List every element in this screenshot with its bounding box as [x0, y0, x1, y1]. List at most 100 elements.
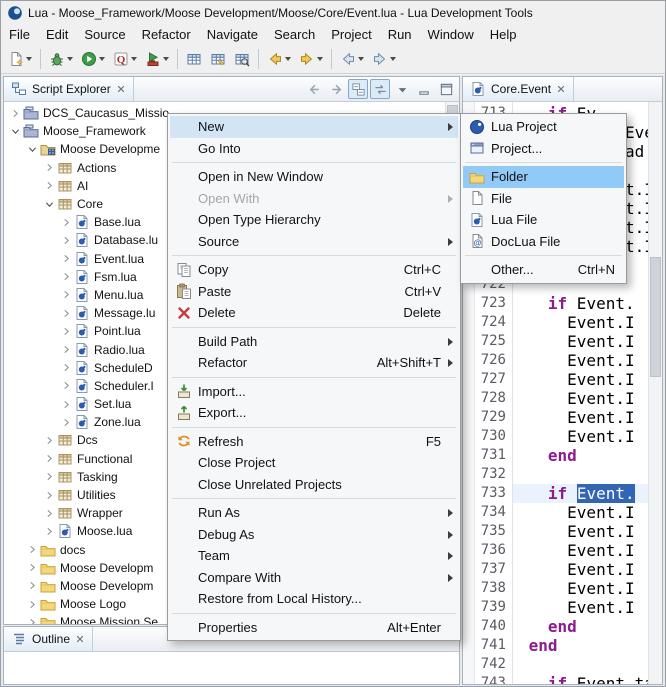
forward-button[interactable]: [368, 47, 400, 71]
tab-outline[interactable]: Outline: [4, 627, 93, 651]
expanded-twisty-icon[interactable]: [42, 197, 57, 212]
code-line[interactable]: Event.I: [513, 313, 662, 332]
code-line[interactable]: Event.I: [513, 408, 662, 427]
menu-item-paste[interactable]: PasteCtrl+V: [170, 281, 458, 303]
dropdown-arrow-icon[interactable]: [26, 57, 32, 61]
menu-item-new[interactable]: New: [170, 116, 458, 138]
menu-item-open-type-hierarchy[interactable]: Open Type Hierarchy: [170, 209, 458, 231]
menubar-item-file[interactable]: File: [1, 26, 38, 43]
collapsed-twisty-icon[interactable]: [42, 160, 57, 175]
next-edit-button[interactable]: [295, 47, 327, 71]
code-line[interactable]: end: [513, 636, 662, 655]
menu-item-open-with[interactable]: Open With: [170, 188, 458, 210]
collapsed-twisty-icon[interactable]: [59, 287, 74, 302]
run-button[interactable]: [77, 47, 109, 71]
code-line[interactable]: Event.I: [513, 522, 662, 541]
code-line[interactable]: Event.I: [513, 503, 662, 522]
collapsed-twisty-icon[interactable]: [42, 178, 57, 193]
dropdown-arrow-icon[interactable]: [67, 57, 73, 61]
collapsed-twisty-icon[interactable]: [59, 215, 74, 230]
collapse-all-button[interactable]: [348, 79, 368, 99]
collapsed-twisty-icon[interactable]: [59, 342, 74, 357]
menu-item-import[interactable]: Import...: [170, 381, 458, 403]
menu-item-compare-with[interactable]: Compare With: [170, 567, 458, 589]
collapsed-twisty-icon[interactable]: [42, 488, 57, 503]
collapsed-twisty-icon[interactable]: [59, 233, 74, 248]
collapsed-twisty-icon[interactable]: [25, 597, 40, 612]
menubar-item-window[interactable]: Window: [420, 26, 482, 43]
collapsed-twisty-icon[interactable]: [42, 524, 57, 539]
minimize-button[interactable]: [414, 79, 434, 99]
collapsed-twisty-icon[interactable]: [25, 578, 40, 593]
collapsed-twisty-icon[interactable]: [42, 433, 57, 448]
collapsed-twisty-icon[interactable]: [59, 378, 74, 393]
scrollbar-thumb[interactable]: [650, 257, 661, 377]
code-line[interactable]: if Event.: [513, 484, 662, 503]
collapsed-twisty-icon[interactable]: [59, 415, 74, 430]
menu-item-lua-file[interactable]: Lua File: [463, 209, 624, 231]
menu-item-go-into[interactable]: Go Into: [170, 138, 458, 160]
menu-item-refresh[interactable]: RefreshF5: [170, 431, 458, 453]
collapsed-twisty-icon[interactable]: [25, 560, 40, 575]
menu-item-debug-as[interactable]: Debug As: [170, 524, 458, 546]
menu-item-project[interactable]: Project...: [463, 138, 624, 160]
menubar-item-navigate[interactable]: Navigate: [199, 26, 266, 43]
collapsed-twisty-icon[interactable]: [59, 251, 74, 266]
menu-item-restore-from-local-history[interactable]: Restore from Local History...: [170, 588, 458, 610]
collapsed-twisty-icon[interactable]: [25, 615, 40, 624]
debug-button[interactable]: [45, 47, 77, 71]
code-line[interactable]: end: [513, 617, 662, 636]
menu-item-refactor[interactable]: RefactorAlt+Shift+T: [170, 352, 458, 374]
menu-item-export[interactable]: Export...: [170, 402, 458, 424]
menu-item-run-as[interactable]: Run As: [170, 502, 458, 524]
menu-item-file[interactable]: File: [463, 188, 624, 210]
code-line[interactable]: Event.I: [513, 332, 662, 351]
close-icon[interactable]: [116, 84, 126, 94]
code-line[interactable]: Event.I: [513, 541, 662, 560]
menu-item-source[interactable]: Source: [170, 231, 458, 253]
code-line[interactable]: if Event.ta: [513, 674, 662, 684]
collapsed-twisty-icon[interactable]: [59, 360, 74, 375]
menu-item-delete[interactable]: DeleteDelete: [170, 302, 458, 324]
code-line[interactable]: end: [513, 446, 662, 465]
collapsed-twisty-icon[interactable]: [59, 397, 74, 412]
code-line[interactable]: Event.I: [513, 598, 662, 617]
close-icon[interactable]: [556, 84, 566, 94]
expanded-twisty-icon[interactable]: [25, 142, 40, 157]
collapsed-twisty-icon[interactable]: [59, 306, 74, 321]
dropdown-arrow-icon[interactable]: [99, 57, 105, 61]
coverage-button[interactable]: Q: [109, 47, 141, 71]
table-button[interactable]: [182, 47, 206, 71]
menu-item-properties[interactable]: PropertiesAlt+Enter: [170, 617, 458, 639]
maximize-button[interactable]: [436, 79, 456, 99]
menu-item-lua-project[interactable]: Lua Project: [463, 116, 624, 138]
code-line[interactable]: Event.I: [513, 560, 662, 579]
code-line[interactable]: if Event.: [513, 294, 662, 313]
menu-item-close-project[interactable]: Close Project: [170, 452, 458, 474]
menu-item-doclua-file[interactable]: @DocLua File: [463, 231, 624, 253]
dropdown-arrow-icon[interactable]: [285, 57, 291, 61]
menu-item-team[interactable]: Team: [170, 545, 458, 567]
tab-core-event[interactable]: Core.Event: [463, 77, 574, 101]
view-menu-button[interactable]: [392, 79, 412, 99]
collapsed-twisty-icon[interactable]: [25, 542, 40, 557]
dropdown-arrow-icon[interactable]: [163, 57, 169, 61]
table-edit-button[interactable]: [206, 47, 230, 71]
menu-item-copy[interactable]: CopyCtrl+C: [170, 259, 458, 281]
tab-script-explorer[interactable]: Script Explorer: [4, 77, 134, 101]
dropdown-arrow-icon[interactable]: [358, 57, 364, 61]
code-line[interactable]: [513, 655, 662, 674]
dropdown-arrow-icon[interactable]: [390, 57, 396, 61]
dropdown-arrow-icon[interactable]: [131, 57, 137, 61]
collapsed-twisty-icon[interactable]: [42, 469, 57, 484]
menubar-item-project[interactable]: Project: [323, 26, 379, 43]
code-line[interactable]: Event.I: [513, 370, 662, 389]
code-line[interactable]: Event.I: [513, 427, 662, 446]
link-editor-button[interactable]: [370, 79, 390, 99]
collapsed-twisty-icon[interactable]: [59, 324, 74, 339]
code-line[interactable]: Event.I: [513, 351, 662, 370]
back-nav-button[interactable]: [304, 79, 324, 99]
forward-nav-button[interactable]: [326, 79, 346, 99]
menubar-item-help[interactable]: Help: [482, 26, 525, 43]
menubar-item-search[interactable]: Search: [266, 26, 323, 43]
